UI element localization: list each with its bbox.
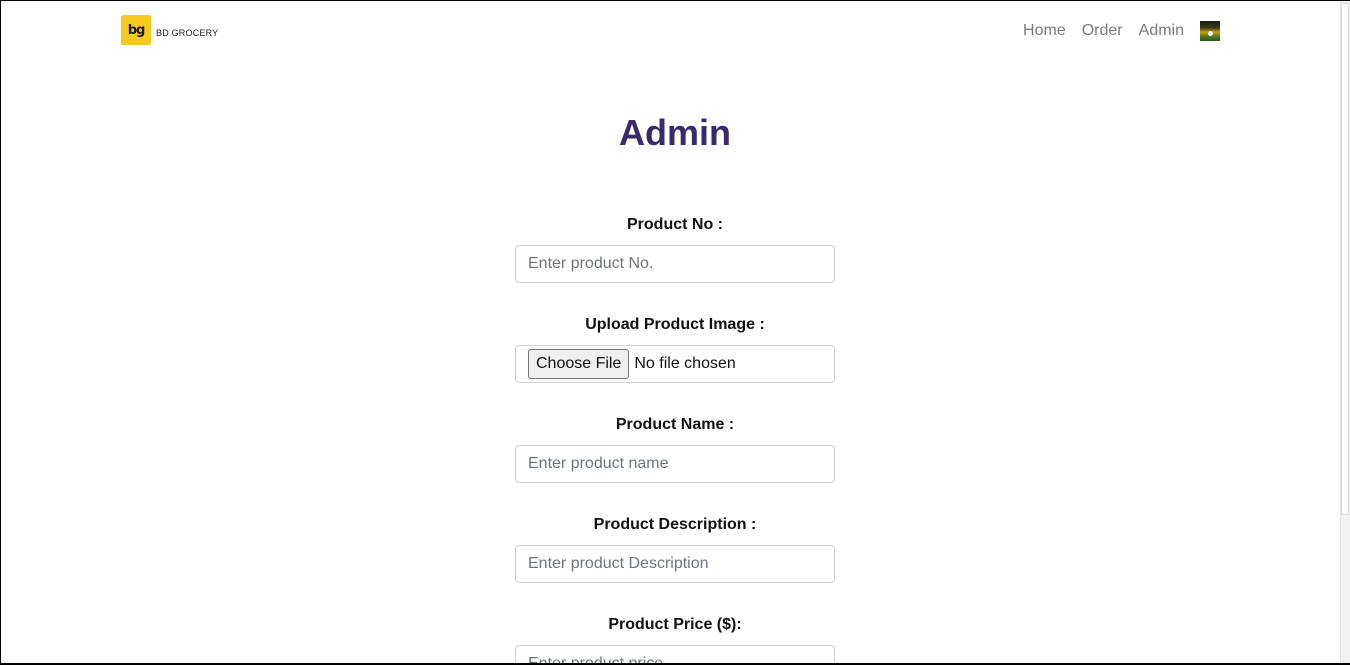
user-avatar[interactable] <box>1200 21 1220 41</box>
product-no-label: Product No : <box>627 216 723 233</box>
vertical-scrollbar[interactable] <box>1340 1 1350 663</box>
page-title: Admin <box>619 112 731 153</box>
choose-file-button[interactable]: Choose File <box>528 349 630 379</box>
scrollbar-thumb[interactable] <box>1341 3 1349 515</box>
product-no-input[interactable] <box>515 245 835 283</box>
nav-link-home[interactable]: Home <box>1023 22 1066 40</box>
nav-link-admin[interactable]: Admin <box>1139 22 1184 40</box>
file-status-text: No file chosen <box>634 355 736 372</box>
brand-logo: bg <box>121 15 151 45</box>
product-name-group: Product Name : <box>515 414 835 483</box>
product-image-label: Upload Product Image : <box>585 316 765 333</box>
nav-links: Home Order Admin <box>1007 21 1220 41</box>
product-price-input[interactable] <box>515 645 835 663</box>
product-no-group: Product No : <box>515 214 835 283</box>
product-name-input[interactable] <box>515 445 835 483</box>
navbar: bg BD GROCERY Home Order Admin <box>1 1 1340 63</box>
product-image-file-input[interactable]: Choose File No file chosen <box>515 345 835 383</box>
product-description-group: Product Description : <box>515 514 835 583</box>
product-name-label: Product Name : <box>615 416 735 433</box>
brand[interactable]: bg BD GROCERY <box>121 15 218 45</box>
product-price-label: Product Price ($): <box>608 616 742 633</box>
nav-link-order[interactable]: Order <box>1082 22 1123 40</box>
product-image-group: Upload Product Image : Choose File No fi… <box>515 314 835 383</box>
brand-name: BD GROCERY <box>156 28 219 38</box>
product-description-label: Product Description : <box>593 516 757 533</box>
product-description-input[interactable] <box>515 545 835 583</box>
product-price-group: Product Price ($): <box>515 614 835 663</box>
browser-viewport: bg BD GROCERY Home Order Admin Admin Pro… <box>0 0 1350 665</box>
